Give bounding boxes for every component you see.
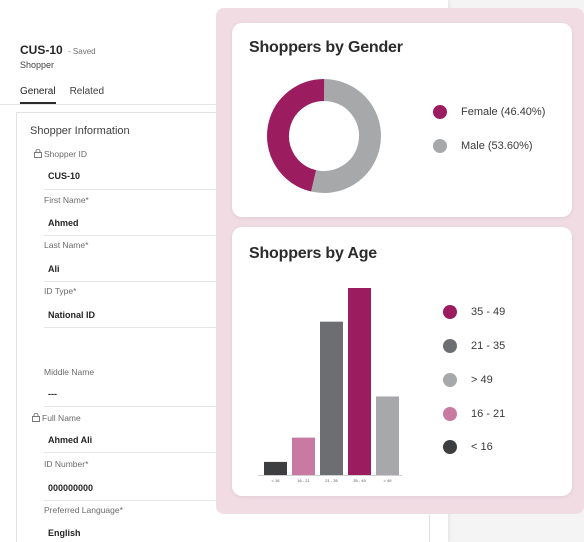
shopper-id-label: Shopper ID (34, 149, 87, 159)
middle-name-label: Middle Name (44, 367, 95, 377)
shopper-id-value: CUS-10 (48, 171, 81, 181)
full-name-value: Ahmed Ali (48, 435, 93, 445)
full-name-label: Full Name (32, 413, 81, 423)
age-legend-item: 16 - 21 (443, 407, 505, 421)
age-legend-label: > 49 (471, 374, 493, 386)
middle-name-input[interactable]: --- (48, 389, 57, 399)
legend-male: Male (53.60%) (433, 139, 533, 153)
record-title: CUS-10 - Saved (20, 43, 96, 57)
age-legend-label: 21 - 35 (471, 340, 506, 352)
bar-age-3 (320, 321, 343, 475)
bar-age-2 (292, 437, 315, 475)
age-bar-chart: < 16 16 - 21 21 - 35 35 - 49 > 49 (258, 288, 402, 483)
preferred-language-label: Preferred Language* (44, 505, 123, 515)
legend-swatch (443, 440, 457, 454)
tick-label: 35 - 49 (353, 478, 366, 483)
age-legend-item: 35 - 49 (443, 305, 505, 319)
age-card-title: Shoppers by Age (249, 245, 377, 262)
legend-swatch (443, 339, 457, 353)
gender-donut-chart (267, 79, 381, 193)
bar-age-5 (376, 396, 399, 475)
legend-female-label: Female (46.40%) (461, 106, 546, 118)
record-id: CUS-10 (20, 43, 63, 57)
age-legend-item: 21 - 35 (443, 339, 505, 353)
record-entity: Shopper (20, 60, 55, 70)
bar-age-4 (348, 288, 371, 475)
id-type-select[interactable]: National ID (48, 310, 95, 320)
tick-label: 21 - 35 (325, 478, 338, 483)
male-swatch (433, 139, 447, 153)
age-legend-label: < 16 (471, 441, 493, 453)
lock-icon (34, 149, 42, 158)
id-number-label: ID Number* (44, 459, 89, 469)
record-status: - Saved (68, 47, 96, 56)
last-name-label: Last Name* (44, 240, 89, 250)
tab-general[interactable]: General (20, 86, 56, 104)
tick-label: 16 - 21 (297, 478, 310, 483)
preferred-language-select[interactable]: English (48, 528, 81, 538)
tick-label: > 49 (384, 478, 393, 483)
section-title: Shopper Information (30, 125, 130, 137)
id-number-input[interactable]: 000000000 (48, 483, 93, 493)
age-legend-item: < 16 (443, 440, 493, 454)
legend-male-label: Male (53.60%) (461, 140, 533, 152)
age-card: Shoppers by Age < 16 16 - 21 21 - 35 35 - 4… (232, 227, 572, 496)
bar-age-1 (264, 461, 287, 475)
age-legend-item: > 49 (443, 373, 493, 387)
tick-label: < 16 (272, 478, 281, 483)
first-name-input[interactable]: Ahmed (48, 218, 79, 228)
legend-female: Female (46.40%) (433, 105, 545, 119)
gender-card: Shoppers by Gender Female (46.40%) Male … (232, 23, 572, 217)
legend-swatch (443, 305, 457, 319)
first-name-label: First Name* (44, 195, 89, 205)
tab-bar: General Related (20, 86, 104, 104)
tab-related[interactable]: Related (70, 86, 104, 104)
legend-swatch (443, 407, 457, 421)
legend-swatch (443, 373, 457, 387)
age-legend-label: 35 - 49 (471, 306, 506, 318)
last-name-input[interactable]: Ali (48, 264, 60, 274)
gender-card-title: Shoppers by Gender (249, 39, 403, 56)
lock-icon (32, 413, 40, 422)
age-legend-label: 16 - 21 (471, 408, 506, 420)
id-type-label: ID Type* (44, 286, 77, 296)
female-swatch (433, 105, 447, 119)
